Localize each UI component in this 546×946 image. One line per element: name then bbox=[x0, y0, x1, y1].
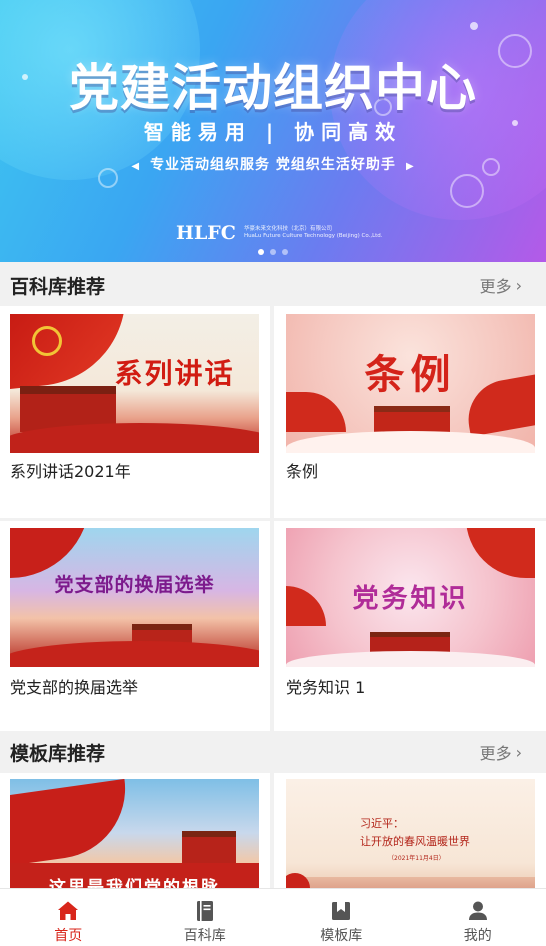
quote-line: 让开放的春风温暖世界 bbox=[360, 835, 470, 848]
thumbnail-title: 系列讲话 bbox=[114, 357, 235, 390]
tab-label: 我的 bbox=[463, 928, 492, 944]
tiananmen-decoration bbox=[374, 406, 450, 432]
skyline-decoration bbox=[286, 877, 535, 888]
brand-logo: HLFC bbox=[176, 222, 236, 244]
section-header-templates: 模板库推荐 更多 › bbox=[0, 731, 546, 773]
chevron-right-icon: › bbox=[515, 275, 522, 295]
card-thumbnail: 系列讲话 bbox=[10, 314, 259, 453]
more-link[interactable]: 更多 › bbox=[480, 273, 522, 297]
banner-tagline: 专业活动组织服务 党组织生活好助手 bbox=[150, 157, 396, 173]
brand-company-en: HuaLu Future Culture Technology (Beijing… bbox=[243, 233, 383, 239]
card-thumbnail: 这里是我们党的根脉 bbox=[10, 779, 259, 888]
tab-label: 百科库 bbox=[183, 928, 226, 944]
section-title: 模板库推荐 bbox=[10, 742, 106, 765]
banner-ring bbox=[450, 174, 484, 208]
section-header-encyclopedia: 百科库推荐 更多 › bbox=[0, 264, 546, 306]
cloud-decoration bbox=[286, 651, 535, 667]
tab-templates[interactable]: 模板库 bbox=[273, 889, 410, 946]
triangle-right-icon: ▶ bbox=[405, 161, 415, 172]
tab-label: 首页 bbox=[54, 928, 83, 944]
thumbnail-title: 这里是我们党的根脉 bbox=[49, 878, 220, 888]
more-link[interactable]: 更多 › bbox=[480, 740, 522, 764]
thumbnail-title: 条例 bbox=[364, 351, 457, 398]
pager-dot-active[interactable] bbox=[258, 249, 264, 255]
card-thumbnail: 党务知识 bbox=[286, 528, 535, 667]
card-label: 条例 bbox=[286, 462, 319, 481]
encyclopedia-card[interactable]: 系列讲话 系列讲话2021年 bbox=[0, 306, 270, 518]
bottom-tab-bar: 首页 百科库 模板库 我的 bbox=[0, 888, 546, 946]
home-page: 党建活动组织中心 智能易用 | 协同高效 ◀ 专业活动组织服务 党组织生活好助手 ▶… bbox=[0, 0, 546, 946]
card-thumbnail: 条例 bbox=[286, 314, 535, 453]
more-label: 更多 bbox=[479, 744, 512, 763]
book-icon bbox=[196, 901, 213, 921]
chevron-right-icon: › bbox=[515, 742, 522, 762]
tab-label: 模板库 bbox=[320, 928, 363, 944]
card-label: 系列讲话2021年 bbox=[10, 462, 131, 481]
pager-dot[interactable] bbox=[270, 249, 276, 255]
banner-brand: HLFC 华豪未来文化科技（北京）有限公司 HuaLu Future Cultu… bbox=[176, 222, 383, 244]
banner-title: 党建活动组织中心 bbox=[69, 58, 477, 117]
pager-dot[interactable] bbox=[282, 249, 288, 255]
tab-home[interactable]: 首页 bbox=[0, 889, 137, 946]
tab-mine[interactable]: 我的 bbox=[410, 889, 546, 946]
card-label: 党务知识 1 bbox=[286, 678, 366, 697]
banner-tagline-row: ◀ 专业活动组织服务 党组织生活好助手 ▶ bbox=[0, 154, 546, 174]
brand-company-cn: 华豪未来文化科技（北京）有限公司 bbox=[243, 226, 332, 232]
quote-date: （2021年11月4日） bbox=[388, 855, 445, 862]
encyclopedia-card[interactable]: 条例 条例 bbox=[274, 306, 546, 518]
template-card[interactable]: 这里是我们党的根脉 bbox=[0, 773, 270, 888]
tab-encyclopedia[interactable]: 百科库 bbox=[137, 889, 274, 946]
red-flag-decoration bbox=[286, 873, 310, 888]
red-wave-decoration bbox=[10, 641, 259, 667]
banner-subtitle: 智能易用 | 协同高效 bbox=[143, 120, 403, 144]
temple-decoration bbox=[182, 831, 236, 867]
banner-pager[interactable] bbox=[0, 249, 546, 255]
red-flag-decoration bbox=[10, 779, 135, 870]
triangle-left-icon: ◀ bbox=[131, 161, 141, 172]
card-thumbnail: 习近平： 让开放的春风温暖世界 （2021年11月4日） bbox=[286, 779, 535, 888]
thumbnail-title: 党支部的换届选举 bbox=[54, 574, 215, 596]
more-label: 更多 bbox=[479, 277, 512, 296]
card-label: 党支部的换届选举 bbox=[10, 678, 139, 697]
quote-line: 习近平： bbox=[360, 817, 404, 830]
user-icon bbox=[468, 901, 487, 920]
card-thumbnail: 党支部的换届选举 bbox=[10, 528, 259, 667]
home-icon bbox=[58, 901, 79, 920]
hero-banner[interactable]: 党建活动组织中心 智能易用 | 协同高效 ◀ 专业活动组织服务 党组织生活好助手 ▶… bbox=[0, 0, 546, 262]
encyclopedia-card[interactable]: 党支部的换届选举 党支部的换届选举 bbox=[0, 521, 270, 733]
banner-dot bbox=[470, 22, 478, 30]
bookmark-icon bbox=[332, 902, 351, 920]
red-flag-decoration bbox=[466, 528, 535, 578]
brand-company: 华豪未来文化科技（北京）有限公司 HuaLu Future Culture Te… bbox=[244, 226, 383, 240]
section-title: 百科库推荐 bbox=[10, 275, 106, 298]
template-card[interactable]: 习近平： 让开放的春风温暖世界 （2021年11月4日） bbox=[274, 773, 546, 888]
encyclopedia-card[interactable]: 党务知识 党务知识 1 bbox=[274, 521, 546, 733]
red-wave-decoration bbox=[10, 423, 259, 453]
cloud-decoration bbox=[286, 431, 535, 453]
thumbnail-title: 党务知识 bbox=[352, 584, 469, 614]
